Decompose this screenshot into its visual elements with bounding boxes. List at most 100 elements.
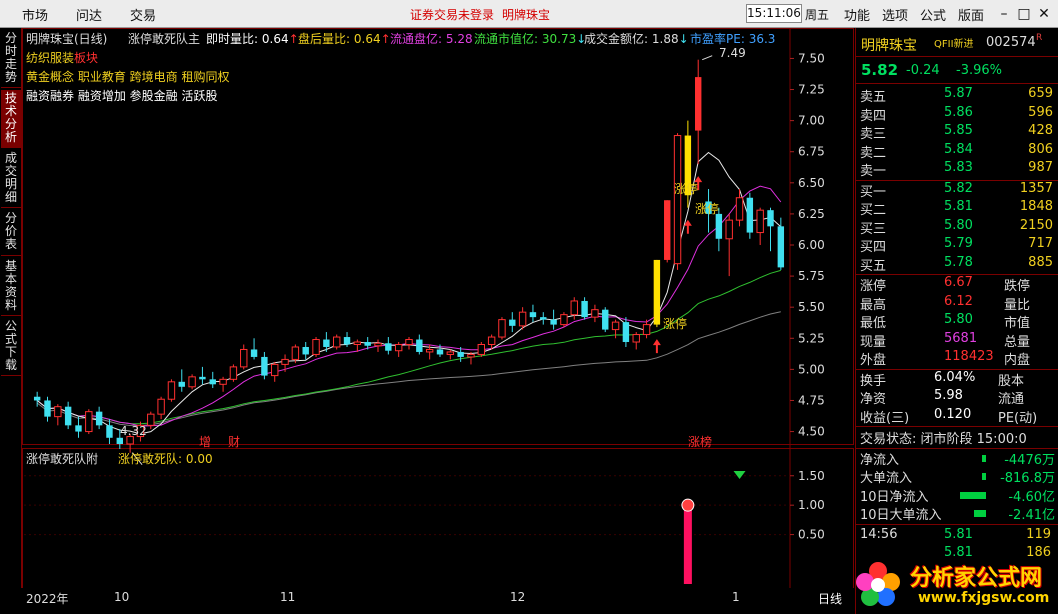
candle-body [240,348,248,368]
ask-price: 5.86 [944,104,973,120]
menu-func[interactable]: 功能 [844,5,870,24]
menu-stock-name: 明牌珠宝 [502,8,551,22]
candle-body [116,437,123,444]
candle-body [106,425,113,438]
minimize-icon[interactable]: – [994,4,1014,24]
close-icon[interactable]: ✕ [1034,4,1054,24]
float-mcap-value: 30.73 [541,32,577,46]
sub-indicator-name[interactable]: 涨停敢死队附 [26,450,98,467]
menu-layout[interactable]: 版面 [958,5,984,24]
candle-body [188,376,196,388]
flow-label: 大单流入 [860,471,913,486]
y-tick-label: 6.75 [798,145,825,159]
logo-url[interactable]: www.fxjgsw.com [918,590,1049,606]
candle-body [385,343,392,351]
bid-price: 5.80 [944,217,973,233]
candle-body [281,358,289,365]
stat2-value: 6.04% [934,369,976,385]
turnover-label: 成交金额亿: [584,32,649,46]
flow-row: 大单流入 -816.8万 [856,467,1058,486]
menu-trade[interactable]: 交易 [130,5,156,24]
maximize-icon[interactable]: □ [1014,4,1034,24]
site-logo: 分析家公式网 www.fxjgsw.com [850,554,1058,614]
tab-intraday[interactable]: 分时走势 [1,30,21,88]
float-mcap-label: 流通市值亿: [474,32,539,46]
low-price-label: 4.32 [120,424,147,438]
bid-price: 5.81 [944,199,973,214]
menu-market[interactable]: 市场 [22,5,48,24]
tab-formula-download[interactable]: 公式下载 [1,318,21,376]
ask-row: 卖五 5.87 659 [856,86,1058,105]
stat-label-2: 量比 [1004,297,1031,313]
candle-body [219,378,227,385]
ask-volume: 806 [1028,141,1053,157]
stat-row: 外盘 118423 内盘 [856,349,1058,368]
candle-body [199,376,206,380]
bid-price: 5.78 [944,254,973,270]
candle-body [425,348,434,353]
flow-bar [982,473,986,480]
candle-body [725,219,733,240]
stat-value: 6.12 [944,293,973,309]
candle-body [581,300,588,318]
bid-label: 买四 [860,240,887,255]
event-mark-list[interactable]: 涨榜 [688,433,712,450]
stat-label: 涨停 [860,279,887,294]
bid-label: 买五 [860,258,887,274]
period-label[interactable]: 日线 [818,590,842,607]
chart-indicator-name[interactable]: 涨停敢死队主 [128,30,200,47]
menu-ask[interactable]: 问达 [76,5,102,24]
candle-body [44,400,51,417]
ask-label: 卖四 [860,108,887,124]
event-mark-increase[interactable]: 增 [199,433,211,450]
event-mark-finance[interactable]: 财 [228,433,240,450]
kline-chart[interactable]: 7.50 7.25 7.00 6.75 6.50 6.25 6.00 5.75 5.50 5.25… [22,28,854,588]
limit-up-label-1: 涨停 [674,182,699,196]
ask-volume: 659 [1028,86,1053,101]
candle-body [343,337,351,345]
menu-options[interactable]: 选项 [882,5,908,24]
candle-body [695,77,702,131]
candle-body [250,349,258,357]
tab-price-table[interactable]: 分价表 [1,210,21,256]
ask-label: 卖三 [860,127,887,142]
quote-panel: 明牌珠宝 QFII新进 002574 R 5.82 -0.24 -3.96% 卖… [855,28,1058,614]
menu-bar: 市场 问达 交易 证券交易未登录 明牌珠宝 15:11:06 周五 功能 选项 … [0,0,1058,28]
x-label-oct: 10 [114,590,130,604]
high-price-label: 7.49 [719,46,746,60]
candle-body [271,363,279,377]
quote-price: 5.82 [861,61,899,79]
side-tabs: 分时走势 技术分析 成交明细 分价表 基本资料 公式下载 [0,28,22,588]
candle-body [157,398,165,415]
tab-trades[interactable]: 成交明细 [1,150,21,208]
tick-price: 5.81 [944,526,973,542]
bid-price: 5.82 [944,180,973,196]
ask-volume: 428 [1028,123,1053,138]
kline-panel[interactable]: 7.50 7.25 7.00 6.75 6.50 6.25 6.00 5.75 5.50 5.25… [22,28,854,606]
tab-technical[interactable]: 技术分析 [1,90,21,148]
menu-formula[interactable]: 公式 [920,5,946,24]
stat-value: 6.67 [944,275,973,290]
tab-profile[interactable]: 基本资料 [1,258,21,316]
concept-industry: 纺织服装 [26,51,75,65]
flow-bar [974,510,986,517]
login-alert[interactable]: 证券交易未登录 [410,6,494,23]
concept-tags-1: 黄金概念 职业教育 跨境电商 租购同权 [26,70,230,84]
weekday: 周五 [805,8,830,22]
candle-body [64,406,72,426]
stat2-label-2: 股本 [998,373,1025,389]
candle-body [291,346,300,360]
trade-status: 交易状态: 闭市阶段 15:00:0 [856,428,1058,447]
candle-body [550,319,557,325]
sub-down-triangle-icon [733,471,746,480]
limit-up-label-3: 涨停 [663,317,688,331]
bid-volume: 885 [1028,254,1053,270]
ask-label: 卖五 [860,90,887,105]
stat-label-2: 总量 [1004,334,1031,350]
candle-body [653,259,661,325]
x-label-dec: 12 [510,590,526,604]
stat-label: 最低 [860,316,887,331]
logo-title: 分析家公式网 [910,566,1043,591]
sub-y-tick-label: 1.50 [798,469,825,483]
ask-price: 5.85 [944,123,973,138]
